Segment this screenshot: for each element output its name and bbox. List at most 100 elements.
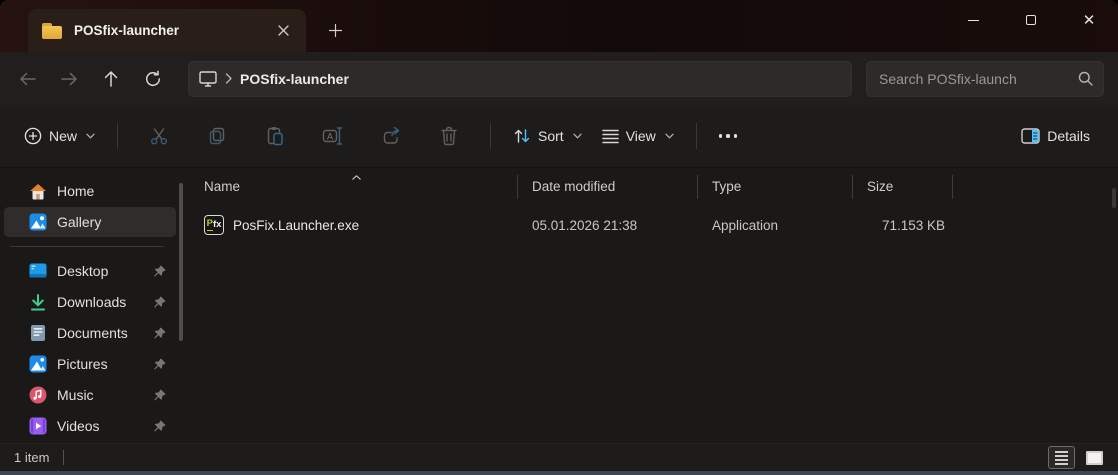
column-header-row: Name Date modified Type Size <box>190 168 1118 205</box>
view-button[interactable]: View <box>592 116 684 156</box>
refresh-button[interactable] <box>134 61 172 97</box>
maximize-button[interactable] <box>1002 0 1060 40</box>
videos-icon <box>29 417 47 435</box>
cut-button[interactable] <box>135 116 183 156</box>
window-bottom-edge <box>0 471 1118 475</box>
toolbar-divider <box>696 123 697 149</box>
sidebar-item-documents[interactable]: Documents <box>4 318 176 348</box>
share-icon <box>381 126 401 146</box>
new-button-label: New <box>49 128 77 144</box>
delete-button[interactable] <box>425 116 473 156</box>
tab-close-button[interactable] <box>270 18 296 44</box>
sidebar-item-gallery[interactable]: Gallery <box>4 207 176 237</box>
this-pc-icon <box>199 71 217 87</box>
file-date-cell: 05.01.2026 21:38 <box>518 218 698 233</box>
music-icon <box>29 386 47 404</box>
pin-icon <box>153 265 166 278</box>
status-divider <box>63 450 64 465</box>
sidebar-item-label: Downloads <box>57 294 153 310</box>
paste-button[interactable] <box>251 116 299 156</box>
chevron-down-icon <box>86 133 95 139</box>
close-icon <box>278 25 289 36</box>
maximize-icon <box>1026 15 1036 25</box>
copy-button[interactable] <box>193 116 241 156</box>
sidebar-divider <box>10 246 164 247</box>
toolbar-divider <box>117 123 118 149</box>
rename-icon: A <box>322 126 344 146</box>
file-type-cell: Application <box>698 218 853 233</box>
details-pane-button[interactable]: Details <box>1011 116 1100 156</box>
sidebar-item-home[interactable]: Home <box>4 176 176 206</box>
arrow-right-icon <box>60 70 79 88</box>
sidebar-item-music[interactable]: Music <box>4 380 176 410</box>
file-name-cell[interactable]: Pfx PosFix.Launcher.exe <box>190 215 518 235</box>
titlebar: POSfix-launcher ✕ <box>0 0 1118 52</box>
file-size-cell: 71.153 KB <box>853 218 953 233</box>
large-icons-view-toggle[interactable] <box>1081 446 1108 469</box>
new-button[interactable]: New <box>14 116 105 156</box>
details-view-toggle[interactable] <box>1048 446 1075 469</box>
pin-icon <box>153 420 166 433</box>
forward-button[interactable] <box>50 61 88 97</box>
new-plus-icon <box>24 127 42 145</box>
main-area: Home Gallery Desktop Download <box>0 168 1118 443</box>
breadcrumb-path[interactable]: POSfix-launcher <box>240 71 349 87</box>
explorer-tab[interactable]: POSfix-launcher <box>28 9 306 52</box>
file-name: PosFix.Launcher.exe <box>233 218 359 233</box>
column-header-type[interactable]: Type <box>698 168 853 205</box>
sidebar-item-pictures[interactable]: Pictures <box>4 349 176 379</box>
command-toolbar: New A Sort View <box>0 105 1118 168</box>
column-label: Size <box>867 179 893 194</box>
search-input[interactable] <box>879 71 1078 87</box>
breadcrumb-chevron-icon <box>225 73 232 84</box>
column-header-name[interactable]: Name <box>190 168 518 205</box>
sidebar-item-label: Videos <box>57 418 153 434</box>
minimize-icon <box>968 20 979 21</box>
minimize-button[interactable] <box>944 0 1002 40</box>
gallery-icon <box>29 213 47 231</box>
sort-button-label: Sort <box>538 128 564 144</box>
view-icon <box>602 129 619 144</box>
sort-ascending-icon <box>352 168 361 183</box>
column-header-date-modified[interactable]: Date modified <box>518 168 698 205</box>
file-row-posfix-launcher-exe[interactable]: Pfx PosFix.Launcher.exe 05.01.2026 21:38… <box>190 208 1118 242</box>
desktop-icon <box>29 262 47 280</box>
pin-icon <box>153 327 166 340</box>
sort-button[interactable]: Sort <box>503 116 592 156</box>
sidebar-item-label: Music <box>57 387 153 403</box>
sidebar-item-desktop[interactable]: Desktop <box>4 256 176 286</box>
trash-icon <box>440 126 458 146</box>
close-window-button[interactable]: ✕ <box>1060 0 1118 40</box>
sidebar-item-downloads[interactable]: Downloads <box>4 287 176 317</box>
pin-icon <box>153 358 166 371</box>
sidebar-item-label: Pictures <box>57 356 153 372</box>
sidebar-item-videos[interactable]: Videos <box>4 411 176 441</box>
navigation-bar: POSfix-launcher <box>0 52 1118 105</box>
documents-icon <box>29 324 47 342</box>
address-bar[interactable]: POSfix-launcher <box>188 61 852 97</box>
column-header-size[interactable]: Size <box>853 168 953 205</box>
column-header-stub <box>953 168 1118 205</box>
share-button[interactable] <box>367 116 415 156</box>
pin-icon <box>153 296 166 309</box>
view-button-label: View <box>626 128 656 144</box>
back-button[interactable] <box>8 61 46 97</box>
sidebar-item-label: Desktop <box>57 263 153 279</box>
sidebar: Home Gallery Desktop Download <box>0 168 190 443</box>
arrow-left-icon <box>18 70 37 88</box>
sidebar-item-label: Documents <box>57 325 153 341</box>
toolbar-divider <box>490 123 491 149</box>
up-button[interactable] <box>92 61 130 97</box>
chevron-down-icon <box>665 133 674 139</box>
posfix-app-icon: Pfx <box>204 215 224 235</box>
new-tab-button[interactable] <box>320 16 350 44</box>
sidebar-scrollbar[interactable] <box>179 183 183 341</box>
search-box[interactable] <box>866 61 1104 97</box>
sort-icon <box>513 127 531 145</box>
refresh-icon <box>144 70 162 88</box>
copy-icon <box>207 126 227 146</box>
see-more-button[interactable] <box>709 116 748 156</box>
rename-button[interactable]: A <box>309 116 357 156</box>
content-scrollbar[interactable] <box>1112 188 1116 208</box>
column-label: Date modified <box>532 179 615 194</box>
